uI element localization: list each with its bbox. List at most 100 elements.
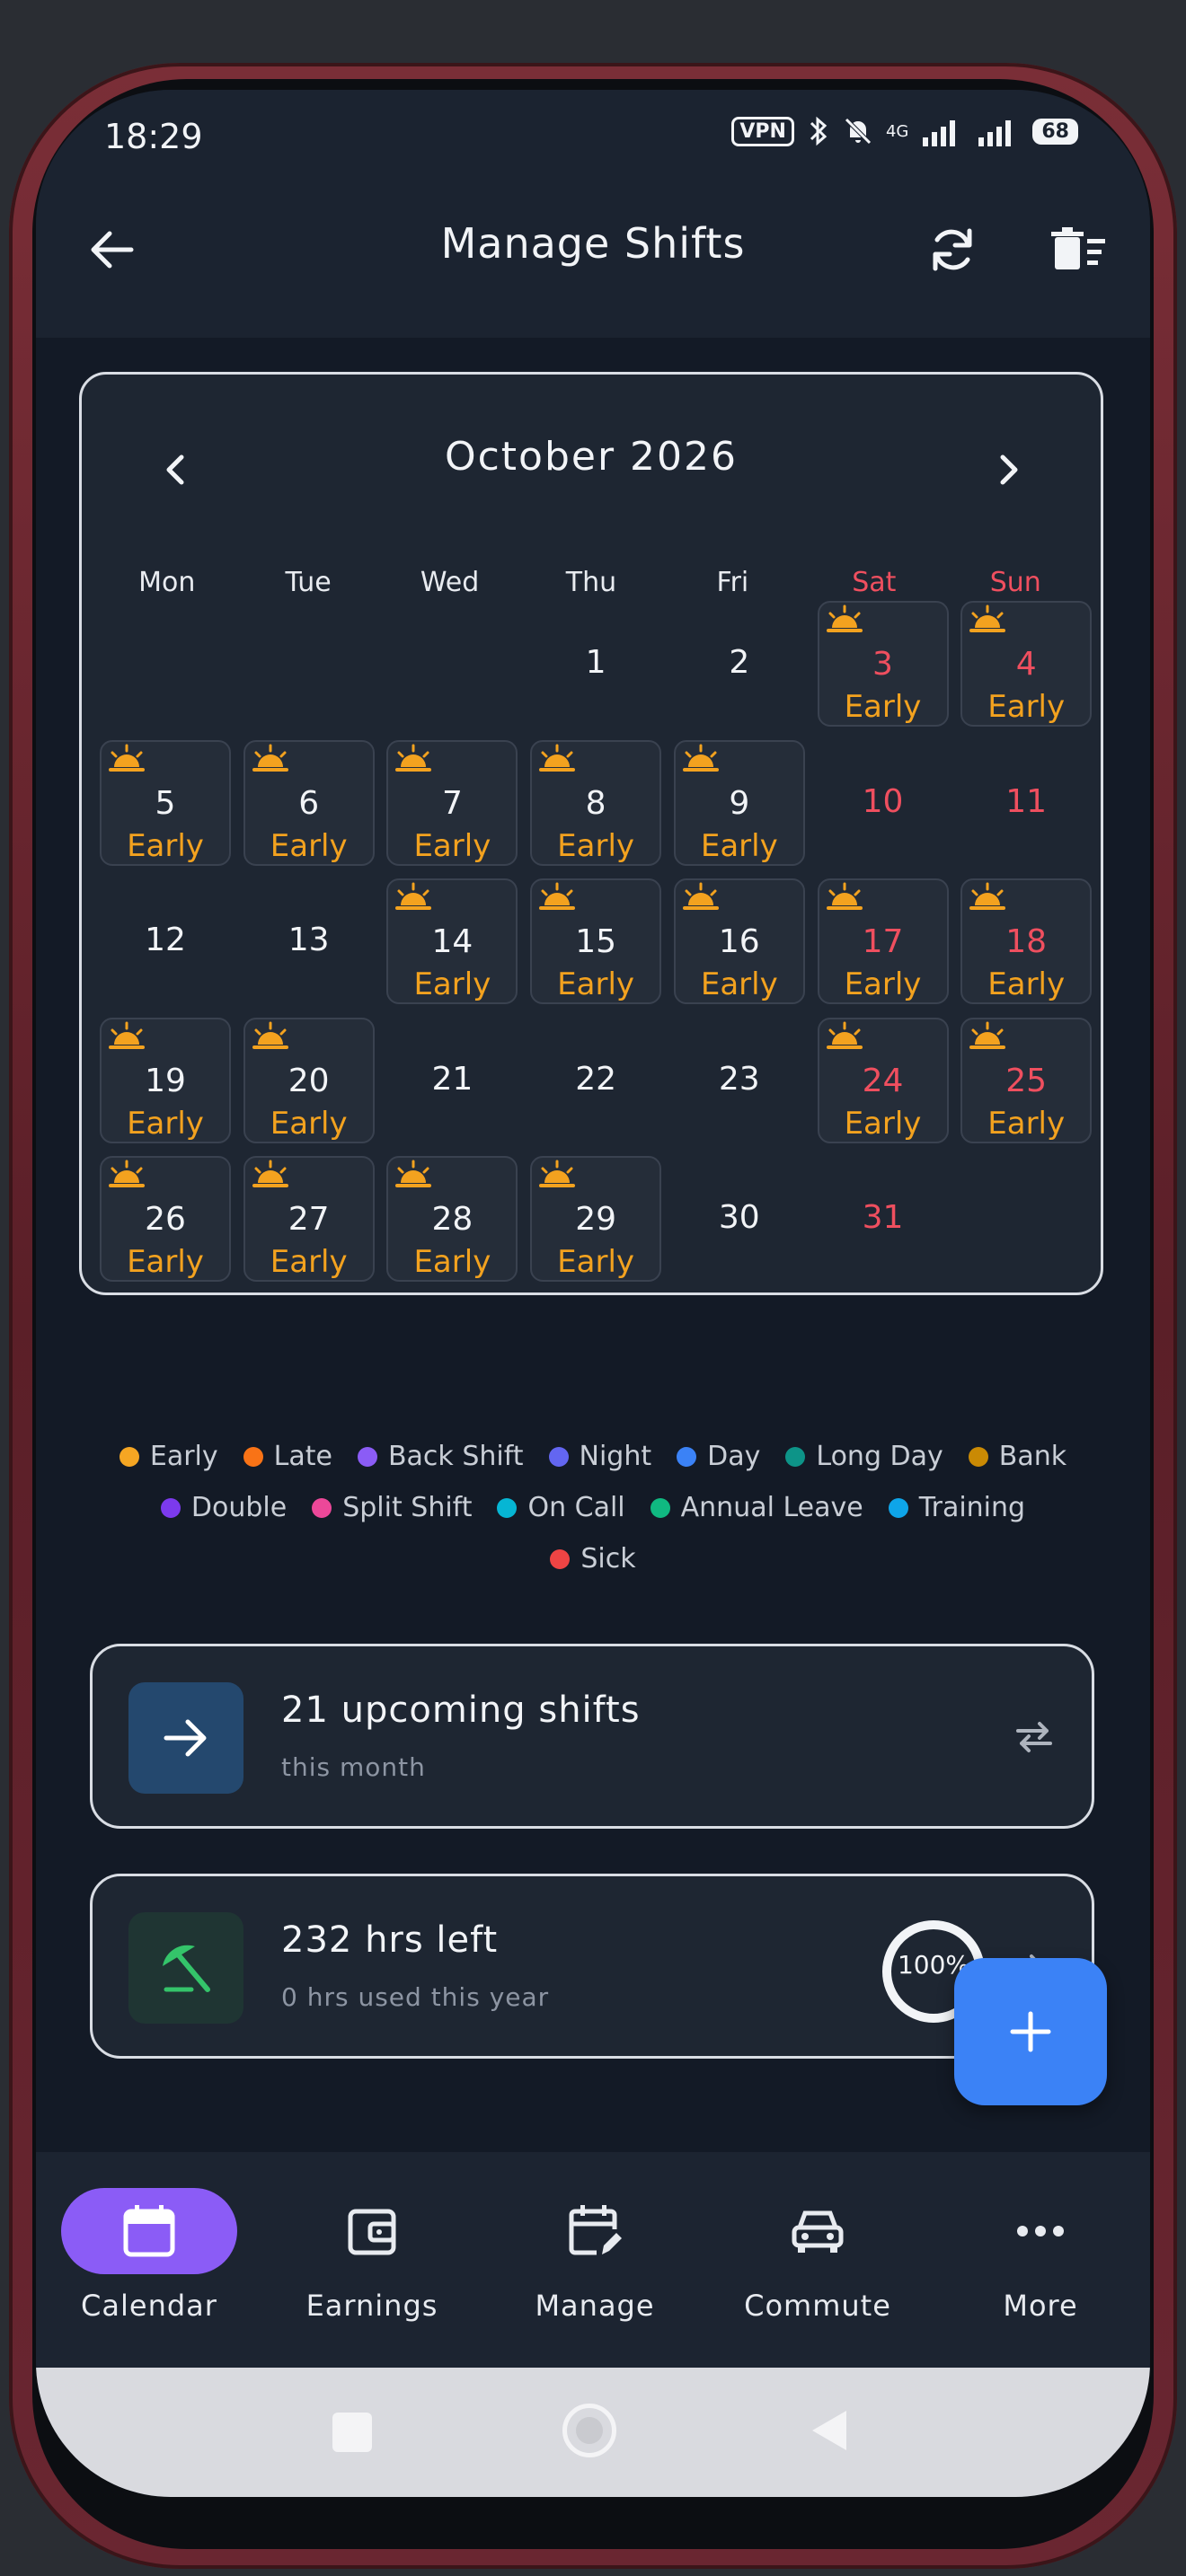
sunrise-icon [969,604,1006,632]
calendar-day[interactable]: 4 Early [960,601,1093,727]
sunrise-icon [109,1160,145,1187]
annual-leave-card[interactable]: 232 hrs left 0 hrs used this year 100% [90,1874,1094,2059]
recents-button[interactable] [332,2413,372,2452]
calendar-day[interactable]: 15 Early [530,878,662,1004]
month-label: October 2026 [444,434,739,480]
shift-label: Early [413,827,491,864]
day-number: 7 [441,784,463,822]
shift-label: Early [844,689,922,725]
calendar-day[interactable]: 10 [818,740,949,866]
legend-color-dot [497,1497,518,1518]
shift-label: Early [557,827,635,864]
legend-row: Early Late Back Shift Night Day Long Day Bank [72,1441,1114,1472]
shift-label: Early [987,689,1066,725]
calendar-day[interactable]: 12 [100,878,231,1004]
legend-item: Double [160,1492,288,1523]
calendar-day[interactable]: 19 Early [100,1017,231,1143]
sync-button[interactable] [916,214,988,286]
legend-item: Annual Leave [650,1492,863,1523]
legend-label: Night [579,1441,652,1472]
calendar-day[interactable]: 3 Early [817,601,949,727]
legend-label: Double [190,1492,288,1523]
upcoming-shifts-card[interactable]: 21 upcoming shifts this month [90,1644,1094,1829]
bluetooth-icon [810,116,828,146]
day-number: 1 [585,644,606,681]
calendar-day[interactable]: 23 [674,1018,805,1143]
calendar-day[interactable]: 2 [674,601,805,727]
system-navigation-bar [36,2368,1150,2497]
battery-level: 68 [1032,118,1078,145]
shift-label: Early [270,1105,348,1142]
calendar-day[interactable]: 30 [674,1156,805,1282]
sunrise-icon [539,882,576,910]
calendar-day[interactable]: 9 Early [673,739,805,866]
leave-icon-tile [128,1912,243,2024]
shift-label: Early [557,966,635,1002]
shift-label: Early [127,1244,204,1280]
more-dots-icon [1017,2226,1064,2236]
nav-commute-icon-wrap [730,2188,906,2274]
legend-color-dot [785,1446,806,1467]
day-number: 8 [585,784,606,822]
calendar-day[interactable]: 11 [960,740,1092,866]
add-shift-button[interactable] [954,1958,1107,2105]
nav-item-earnings[interactable]: Earnings [282,2188,462,2323]
legend-item: Long Day [785,1441,943,1472]
calendar-day[interactable]: 27 Early [243,1156,375,1282]
calendar-day[interactable]: 8 Early [530,739,662,866]
legend-label: Late [273,1441,332,1472]
sunrise-icon [826,882,863,910]
legend-color-dot [548,1446,569,1467]
calendar-day[interactable]: 5 Early [100,739,231,866]
legend-item: Split Shift [312,1492,472,1523]
legend-color-dot [357,1446,377,1467]
calendar-day[interactable]: 7 Early [386,739,518,866]
chevron-right-icon [1000,454,1018,485]
day-number: 19 [145,1062,186,1099]
calendar-day[interactable]: 22 [530,1018,661,1143]
calendar-day[interactable]: 20 Early [243,1017,375,1143]
calendar-day[interactable]: 16 Early [673,878,805,1004]
nav-item-commute[interactable]: Commute [728,2188,907,2323]
day-number: 21 [431,1060,474,1098]
nav-item-more[interactable]: More [951,2188,1130,2323]
calendar-day[interactable]: 13 [243,878,375,1004]
nav-item-manage[interactable]: Manage [505,2188,685,2323]
calendar-day[interactable]: 28 Early [386,1156,518,1282]
home-button[interactable] [562,2404,616,2457]
back-triangle-icon[interactable] [809,2407,850,2454]
calendar-day[interactable]: 14 Early [386,878,518,1004]
calendar-day[interactable]: 17 Early [817,878,949,1004]
legend-row: Double Split Shift On Call Annual Leave Trai… [72,1492,1114,1523]
calendar-day[interactable]: 21 [386,1018,518,1143]
legend-color-dot [119,1446,139,1467]
nav-label-manage: Manage [535,2289,655,2323]
status-icons: VPN 4G 68 [731,115,1078,147]
weekday-header: Mon Tue Wed Thu Fri Sat Sun [96,567,1086,598]
legend-item: Back Shift [357,1441,524,1472]
nav-item-calendar[interactable]: Calendar [59,2188,239,2323]
sunrise-icon [682,882,719,910]
weekday-label: Mon [138,567,196,598]
calendar-day[interactable]: 1 [530,601,661,727]
calendar-day[interactable]: 29 Early [530,1156,662,1282]
shift-label: Early [413,1244,491,1280]
next-month-button[interactable] [982,443,1036,497]
nav-more-icon-wrap [952,2188,1128,2274]
calendar-day[interactable]: 25 Early [960,1017,1093,1143]
day-number: 22 [575,1060,616,1098]
day-number: 11 [1005,782,1048,820]
calendar-day[interactable]: 31 [818,1156,949,1282]
day-number: 14 [431,923,474,960]
legend-item: Day [677,1441,760,1472]
clear-shifts-button[interactable] [1042,214,1114,286]
calendar-day[interactable]: 6 Early [243,739,375,866]
calendar-day[interactable]: 24 Early [817,1017,949,1143]
legend-label: Split Shift [342,1492,473,1523]
calendar-day[interactable]: 18 Early [960,878,1093,1004]
sunrise-icon [252,1021,288,1049]
legend-label: Early [149,1441,218,1472]
calendar-day[interactable]: 26 Early [100,1156,231,1282]
signal-icon-2 [978,120,1012,146]
signal-icon [923,120,956,146]
